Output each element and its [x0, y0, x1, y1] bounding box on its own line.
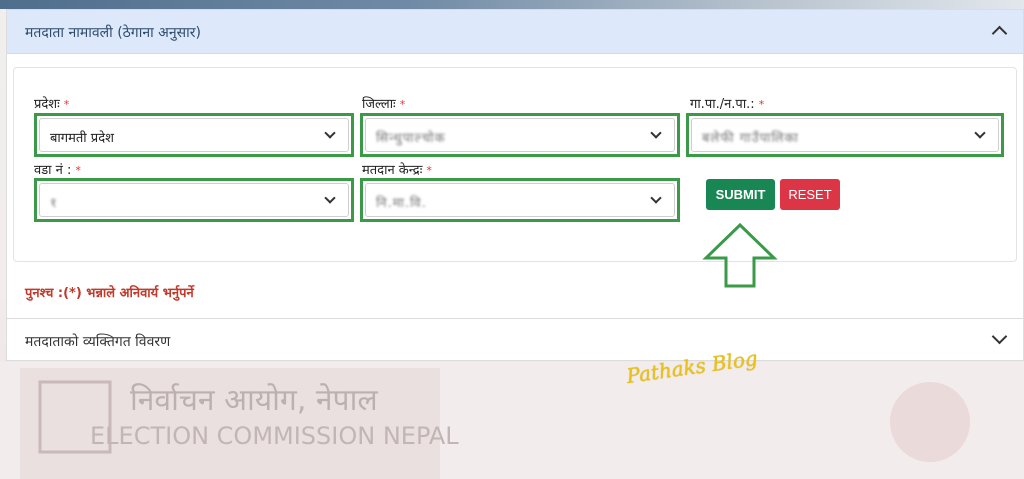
- required-mark: *: [426, 164, 432, 177]
- top-banner-strip: [0, 0, 1024, 9]
- required-mark: *: [399, 98, 406, 111]
- chevron-up-icon[interactable]: [991, 25, 1008, 42]
- voter-list-panel: मतदाता नामावली (ठेगाना अनुसार) प्रदेशः * …: [6, 9, 1024, 361]
- background-banner: निर्वाचन आयोग, नेपाल ELECTION COMMISSION…: [0, 362, 1024, 479]
- arrow-up-icon: [702, 222, 778, 288]
- municipality-label: गा.पा./न.पा.: *: [690, 97, 765, 112]
- chevron-down-icon[interactable]: [991, 328, 1008, 345]
- ward-value: १: [50, 196, 58, 211]
- district-label: जिल्लाः *: [362, 97, 406, 112]
- accordion-title: मतदाताको व्यक्तिगत विवरण: [25, 334, 171, 350]
- municipality-value: बलेफी गाउँपालिका: [702, 131, 799, 146]
- district-select[interactable]: सिन्धुपाल्चोक: [365, 118, 675, 152]
- ward-select-highlight: १: [34, 178, 354, 222]
- province-value: बागमती प्रदेश: [50, 131, 114, 146]
- reset-button[interactable]: RESET: [780, 179, 840, 210]
- chevron-down-icon: [324, 192, 336, 204]
- accordion-title: मतदाता नामावली (ठेगाना अनुसार): [25, 25, 201, 41]
- district-select-highlight: सिन्धुपाल्चोक: [360, 113, 680, 157]
- chevron-down-icon: [324, 127, 336, 139]
- province-select[interactable]: बागमती प्रदेश: [39, 118, 349, 152]
- polling-center-value: नि.मा.वि.: [376, 196, 427, 211]
- required-mark: *: [75, 164, 81, 177]
- chevron-down-icon: [974, 127, 986, 139]
- temple-art-icon: [890, 382, 970, 462]
- banner-line2: ELECTION COMMISSION NEPAL: [90, 422, 459, 450]
- polling-center-select[interactable]: नि.मा.वि.: [365, 183, 675, 217]
- voter-list-accordion-header[interactable]: मतदाता नामावली (ठेगाना अनुसार): [7, 10, 1023, 54]
- required-mark: *: [758, 98, 765, 111]
- address-form-card: प्रदेशः * बागमती प्रदेश जिल्लाः * सिन्धुपा…: [13, 67, 1017, 288]
- submit-button[interactable]: SUBMIT: [706, 179, 775, 210]
- province-label: प्रदेशः *: [34, 97, 70, 112]
- polling-center-select-highlight: नि.मा.वि.: [360, 178, 680, 222]
- ward-label: वडा नं : *: [34, 163, 81, 178]
- chevron-down-icon: [650, 192, 662, 204]
- municipality-select-highlight: बलेफी गाउँपालिका: [686, 113, 1004, 157]
- province-select-highlight: बागमती प्रदेश: [34, 113, 354, 157]
- district-value: सिन्धुपाल्चोक: [376, 131, 446, 146]
- polling-center-label: मतदान केन्द्रः *: [362, 163, 432, 178]
- banner-line1: निर्वाचन आयोग, नेपाल: [130, 383, 378, 418]
- personal-details-accordion-header[interactable]: मतदाताको व्यक्तिगत विवरण: [7, 319, 1023, 361]
- required-mark: *: [63, 98, 70, 111]
- election-commission-banner-art: निर्वाचन आयोग, नेपाल ELECTION COMMISSION…: [0, 362, 1024, 479]
- municipality-select[interactable]: बलेफी गाउँपालिका: [691, 118, 999, 152]
- required-note: पुनश्च :(*) भन्नाले अनिवार्य भर्नुपर्ने: [25, 286, 194, 301]
- ward-select[interactable]: १: [39, 183, 349, 217]
- chevron-down-icon: [650, 127, 662, 139]
